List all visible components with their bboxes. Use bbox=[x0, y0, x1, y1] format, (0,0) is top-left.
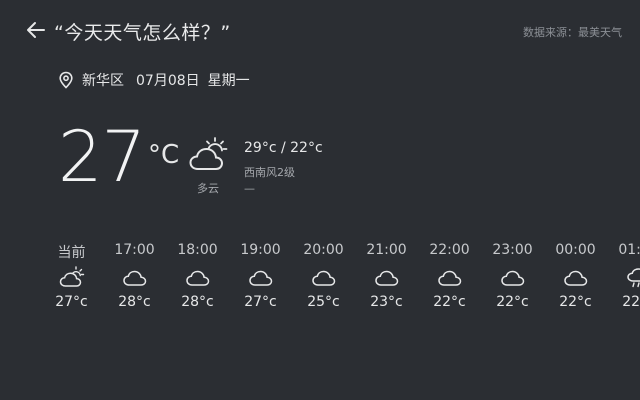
partly-cloudy-icon bbox=[59, 266, 84, 287]
hour-temp: 27°c bbox=[244, 294, 277, 310]
hour-time: 19:00 bbox=[240, 242, 281, 258]
hour-item: 19:00 27°c bbox=[229, 242, 292, 310]
hour-item: 17:00 28°c bbox=[103, 242, 166, 310]
hour-item: 23:00 22°c bbox=[481, 242, 544, 310]
partly-cloudy-icon bbox=[189, 137, 228, 170]
temperature-unit: °C bbox=[148, 140, 180, 170]
hour-time: 22:00 bbox=[429, 242, 470, 258]
temperature-range: 29°c / 22°c bbox=[244, 140, 323, 156]
hour-item: 18:00 28°c bbox=[166, 242, 229, 310]
hour-time: 23:00 bbox=[492, 242, 533, 258]
hour-time: 21:00 bbox=[366, 242, 407, 258]
data-source-label: 数据来源：最美天气 bbox=[523, 26, 622, 39]
hour-temp: 27°c bbox=[55, 294, 88, 310]
hour-temp: 22°c bbox=[433, 294, 466, 310]
cloud-icon bbox=[374, 270, 398, 286]
cloud-icon bbox=[248, 270, 272, 286]
cloud-icon bbox=[122, 270, 146, 286]
hour-time: 20:00 bbox=[303, 242, 344, 258]
hour-item: 00:00 22°c bbox=[544, 242, 607, 310]
location-name: 新华区 bbox=[82, 73, 124, 89]
hour-time: 01:00 bbox=[618, 242, 640, 258]
date-label: 07月08日 bbox=[136, 73, 200, 89]
cloud-icon bbox=[185, 270, 209, 286]
hour-item: 21:00 23°c bbox=[355, 242, 418, 310]
hour-time: 17:00 bbox=[114, 242, 155, 258]
hour-temp: 28°c bbox=[181, 294, 214, 310]
hour-item: 20:00 25°c bbox=[292, 242, 355, 310]
hourly-forecast[interactable]: 当前 27°c 17:00 28°c 18:00 28°c 19:00 27°c… bbox=[40, 242, 640, 322]
voice-query-text: “今天天气怎么样？” bbox=[54, 22, 231, 44]
wind-label: 西南风2级 bbox=[244, 166, 295, 179]
hour-time: 18:00 bbox=[177, 242, 218, 258]
cloud-icon bbox=[500, 270, 524, 286]
hour-item: 22:00 22°c bbox=[418, 242, 481, 310]
cloud-icon bbox=[311, 270, 335, 286]
cloud-icon bbox=[563, 270, 587, 286]
hour-temp: 22°c bbox=[559, 294, 592, 310]
current-temperature: 27 bbox=[58, 116, 146, 198]
hour-temp: 23°c bbox=[370, 294, 403, 310]
cloud-icon bbox=[437, 270, 461, 286]
location-pin-icon bbox=[59, 71, 73, 89]
current-condition-label: 多云 bbox=[197, 182, 219, 195]
hour-item: 01:00 22°c bbox=[607, 242, 640, 310]
extra-info-label: — bbox=[244, 182, 255, 195]
weekday-label: 星期一 bbox=[207, 73, 250, 89]
hour-temp: 25°c bbox=[307, 294, 340, 310]
hour-temp: 28°c bbox=[118, 294, 151, 310]
hour-time: 当前 bbox=[57, 245, 86, 261]
hour-item: 当前 27°c bbox=[40, 242, 103, 310]
hour-temp: 22°c bbox=[496, 294, 529, 310]
rain-icon bbox=[626, 268, 640, 288]
hour-temp: 22°c bbox=[622, 294, 640, 310]
location-date-row: 新华区 07月08日 星期一 bbox=[58, 70, 250, 90]
hour-time: 00:00 bbox=[555, 242, 596, 258]
back-arrow-icon[interactable] bbox=[24, 18, 48, 42]
